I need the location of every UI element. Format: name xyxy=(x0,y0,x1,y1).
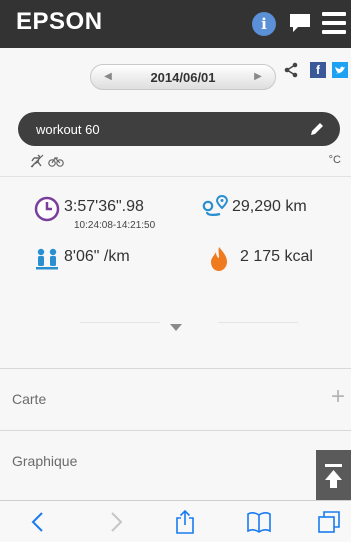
next-date-button[interactable]: ▶ xyxy=(243,65,273,89)
forward-icon[interactable] xyxy=(102,509,128,535)
bike-icon xyxy=(48,157,64,167)
section-label: Carte xyxy=(12,391,47,407)
duration-value: 3:57'36".98 xyxy=(64,198,144,215)
expand-plus-icon[interactable]: + xyxy=(331,383,345,411)
section-label: Graphique xyxy=(12,453,78,469)
main-content: ◀ 2014/06/01 ▶ f workout 60 °C 3:57'36".… xyxy=(0,48,351,500)
time-range: 10:24:08-14:21:50 xyxy=(74,220,156,231)
calories-value: 2 175 kcal xyxy=(240,248,313,265)
expand-details-arrow-icon[interactable] xyxy=(170,324,182,331)
bookmarks-icon[interactable] xyxy=(246,509,272,535)
divider xyxy=(80,322,160,323)
section-graph[interactable]: Graphique + xyxy=(0,430,351,492)
activity-info-row: °C xyxy=(0,152,351,172)
edit-pencil-icon[interactable] xyxy=(308,120,326,138)
twitter-icon[interactable] xyxy=(332,62,348,78)
divider xyxy=(218,322,298,323)
share-icon[interactable] xyxy=(284,62,298,78)
facebook-icon[interactable]: f xyxy=(310,62,326,78)
scroll-to-top-icon[interactable] xyxy=(316,450,351,500)
browser-toolbar xyxy=(0,500,351,542)
app-header: EPSON i xyxy=(0,0,351,48)
workout-title-bar[interactable]: workout 60 xyxy=(18,112,340,146)
info-icon[interactable]: i xyxy=(252,12,276,36)
tabs-icon[interactable] xyxy=(316,509,342,535)
brand-logo: EPSON xyxy=(16,8,103,35)
share-sheet-icon[interactable] xyxy=(172,509,198,535)
clock-icon xyxy=(34,196,60,222)
flame-icon xyxy=(211,247,227,271)
back-icon[interactable] xyxy=(26,509,52,535)
date-navigator: ◀ 2014/06/01 ▶ xyxy=(90,64,276,90)
pace-icon xyxy=(36,248,58,270)
menu-icon[interactable] xyxy=(322,12,346,34)
workout-name: workout 60 xyxy=(36,122,100,137)
section-map[interactable]: Carte + xyxy=(0,368,351,430)
route-icon xyxy=(202,194,228,216)
chat-icon[interactable] xyxy=(288,12,312,34)
divider xyxy=(0,176,351,177)
runner-icon xyxy=(30,154,44,168)
distance-value: 29,290 km xyxy=(232,198,307,215)
pace-value: 8'06" /km xyxy=(64,248,130,265)
temperature-unit: °C xyxy=(328,154,341,166)
